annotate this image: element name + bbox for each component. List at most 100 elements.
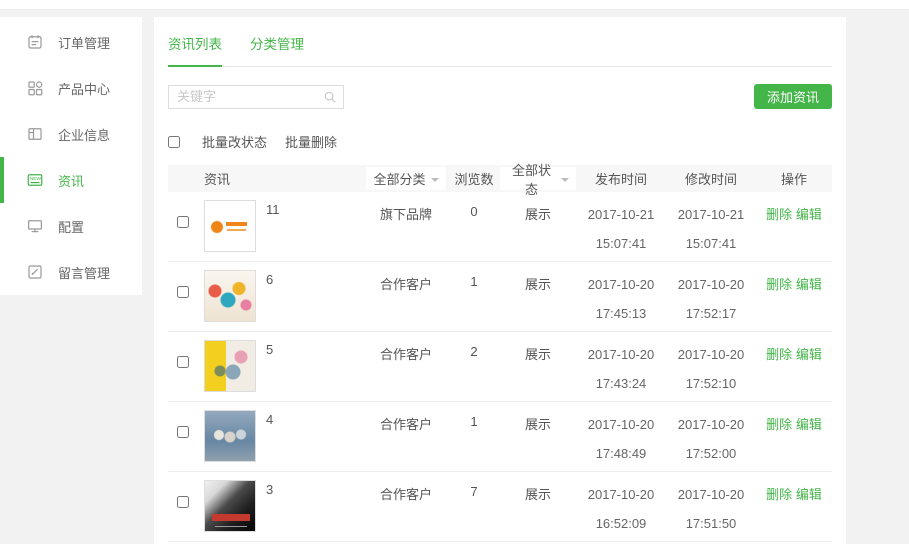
- enterprise-icon: [26, 125, 44, 143]
- sidebar-item-label: 资讯: [58, 171, 84, 190]
- news-category: 合作客户: [364, 480, 448, 503]
- news-status: 展示: [500, 480, 576, 503]
- header-views: 浏览数: [448, 169, 500, 188]
- sidebar-item-label: 配置: [58, 217, 84, 236]
- sidebar-item-enterprise-info[interactable]: 企业信息: [0, 111, 142, 157]
- order-icon: [26, 33, 44, 51]
- news-category: 合作客户: [364, 340, 448, 363]
- news-thumbnail: [204, 340, 256, 392]
- table-row: 11 旗下品牌 0 展示 2017-10-2115:07:41 2017-10-…: [168, 192, 832, 262]
- header-publish-time: 发布时间: [576, 169, 666, 188]
- table-row: 3 合作客户 7 展示 2017-10-2016:52:09 2017-10-2…: [168, 472, 832, 542]
- category-filter-dropdown[interactable]: 全部分类: [366, 167, 445, 190]
- sidebar-item-label: 企业信息: [58, 125, 110, 144]
- delete-link[interactable]: 删除: [766, 487, 792, 502]
- delete-link[interactable]: 删除: [766, 417, 792, 432]
- sidebar-item-message-management[interactable]: 留言管理: [0, 249, 142, 295]
- news-views: 7: [448, 480, 500, 499]
- news-thumbnail: [204, 480, 256, 532]
- search-input[interactable]: [168, 85, 344, 109]
- status-filter-dropdown[interactable]: 全部状态: [500, 167, 576, 190]
- publish-time: 2017-10-2017:43:24: [576, 340, 666, 398]
- news-category: 旗下品牌: [364, 200, 448, 223]
- news-title: 4: [266, 412, 273, 427]
- publish-time: 2017-10-2016:52:09: [576, 480, 666, 538]
- table-row: 5 合作客户 2 展示 2017-10-2017:43:24 2017-10-2…: [168, 332, 832, 402]
- table-header: 资讯 全部分类 浏览数 全部状态 发布时间 修改时间 操作: [168, 165, 832, 192]
- edit-link[interactable]: 编辑: [796, 487, 822, 502]
- publish-time: 2017-10-2017:48:49: [576, 410, 666, 468]
- svg-text:NEW: NEW: [30, 176, 42, 182]
- modify-time: 2017-10-2017:52:00: [666, 410, 756, 468]
- news-views: 1: [448, 270, 500, 289]
- news-title: 11: [266, 202, 280, 217]
- category-filter-label: 全部分类: [373, 169, 425, 188]
- publish-time: 2017-10-2017:45:13: [576, 270, 666, 328]
- row-checkbox[interactable]: [177, 286, 189, 298]
- header-news: 资讯: [198, 169, 364, 188]
- search-icon[interactable]: [323, 90, 337, 104]
- news-thumbnail: [204, 270, 256, 322]
- edit-link[interactable]: 编辑: [796, 207, 822, 222]
- sidebar-item-product-center[interactable]: 产品中心: [0, 65, 142, 111]
- news-status: 展示: [500, 200, 576, 223]
- news-category: 合作客户: [364, 270, 448, 293]
- product-icon: [26, 79, 44, 97]
- modify-time: 2017-10-2017:52:10: [666, 340, 756, 398]
- modify-time: 2017-10-2115:07:41: [666, 200, 756, 258]
- news-category: 合作客户: [364, 410, 448, 433]
- news-thumbnail: [204, 200, 256, 252]
- modify-time: 2017-10-2017:51:50: [666, 480, 756, 538]
- news-status: 展示: [500, 340, 576, 363]
- tab-news-list[interactable]: 资讯列表: [168, 33, 222, 67]
- tab-category-management[interactable]: 分类管理: [250, 33, 304, 67]
- search-box: [168, 85, 344, 109]
- message-icon: [26, 263, 44, 281]
- news-title: 5: [266, 342, 273, 357]
- edit-link[interactable]: 编辑: [796, 417, 822, 432]
- header-modify-time: 修改时间: [666, 169, 756, 188]
- row-checkbox[interactable]: [177, 356, 189, 368]
- chevron-down-icon: [561, 178, 569, 182]
- sidebar-item-news[interactable]: NEW 资讯: [0, 157, 142, 203]
- news-title: 3: [266, 482, 273, 497]
- sidebar-item-order-management[interactable]: 订单管理: [0, 19, 142, 65]
- news-status: 展示: [500, 270, 576, 293]
- row-checkbox[interactable]: [177, 216, 189, 228]
- batch-change-status-link[interactable]: 批量改状态: [202, 132, 267, 151]
- sidebar-item-label: 留言管理: [58, 263, 110, 282]
- config-icon: [26, 217, 44, 235]
- status-filter-label: 全部状态: [507, 160, 556, 198]
- chevron-down-icon: [431, 178, 439, 182]
- sidebar-item-label: 订单管理: [58, 33, 110, 52]
- sidebar-item-configuration[interactable]: 配置: [0, 203, 142, 249]
- modify-time: 2017-10-2017:52:17: [666, 270, 756, 328]
- select-all-checkbox[interactable]: [168, 136, 180, 148]
- news-icon: NEW: [26, 171, 44, 189]
- sidebar: 订单管理 产品中心 企业信息 NEW 资讯 配置: [0, 17, 142, 295]
- news-thumbnail: [204, 410, 256, 462]
- edit-link[interactable]: 编辑: [796, 277, 822, 292]
- batch-delete-link[interactable]: 批量删除: [285, 132, 337, 151]
- row-checkbox[interactable]: [177, 426, 189, 438]
- table-row: 6 合作客户 1 展示 2017-10-2017:45:13 2017-10-2…: [168, 262, 832, 332]
- news-status: 展示: [500, 410, 576, 433]
- row-checkbox[interactable]: [177, 496, 189, 508]
- page-layout: 订单管理 产品中心 企业信息 NEW 资讯 配置: [0, 10, 909, 544]
- news-views: 1: [448, 410, 500, 429]
- top-navbar-edge: [0, 0, 909, 10]
- edit-link[interactable]: 编辑: [796, 347, 822, 362]
- toolbar: 添加资讯: [168, 84, 832, 109]
- tab-bar: 资讯列表 分类管理: [168, 33, 832, 67]
- news-views: 0: [448, 200, 500, 219]
- batch-actions: 批量改状态 批量删除: [168, 132, 832, 151]
- main-panel: 资讯列表 分类管理 添加资讯 批量改状态 批量删除 资讯 全部分类: [154, 17, 846, 544]
- delete-link[interactable]: 删除: [766, 277, 792, 292]
- header-action: 操作: [756, 169, 832, 188]
- delete-link[interactable]: 删除: [766, 347, 792, 362]
- news-views: 2: [448, 340, 500, 359]
- sidebar-item-label: 产品中心: [58, 79, 110, 98]
- delete-link[interactable]: 删除: [766, 207, 792, 222]
- add-news-button[interactable]: 添加资讯: [754, 84, 832, 109]
- table-row: 4 合作客户 1 展示 2017-10-2017:48:49 2017-10-2…: [168, 402, 832, 472]
